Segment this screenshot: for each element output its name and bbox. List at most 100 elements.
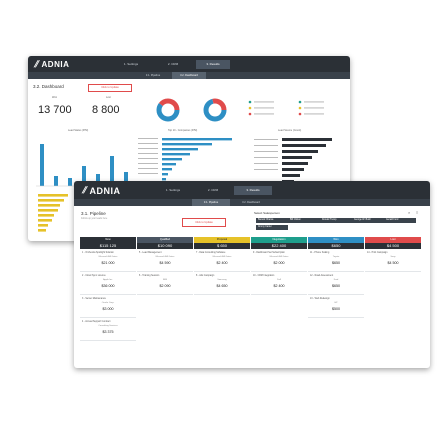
top-nav-bar: ⫽ ADNIA 1. Settings 2. CRM 3. Results: [28, 56, 350, 72]
deal-value: $500: [332, 307, 340, 311]
deal-company: IBM: [163, 279, 167, 281]
deal-card[interactable]: 6 - Training Session IBM $2 090: [137, 274, 193, 295]
donut-won: [156, 98, 180, 122]
salesperson-chip[interactable]: Barack Obama: [256, 218, 288, 223]
deal-title: 14 - Print Campaign: [367, 252, 388, 254]
app-logo: ⫽ ADNIA: [82, 185, 121, 196]
deal-title: 3 - Server Maintenance: [82, 298, 106, 300]
donut-lost: [203, 98, 227, 122]
deal-card[interactable]: 10 - CRM Integration Dell $2 400: [251, 274, 307, 295]
deal-company: Microsoft Bill Gates: [212, 256, 232, 258]
deal-title: 5 - Lead Management: [139, 252, 162, 254]
deal-company: HP: [334, 302, 338, 304]
stage-total-qualified: $10 090: [137, 243, 193, 249]
deal-card[interactable]: 11 - Phone Scaling Toyota $650: [308, 251, 364, 272]
deal-value: $36 000: [101, 284, 115, 288]
deal-company: Samsung: [217, 279, 227, 281]
nav-tab-results[interactable]: 3. Results: [196, 60, 230, 69]
deal-card[interactable]: 8 - Ads Campaign Samsung $4 650: [194, 274, 250, 295]
page-subtitle: Follow up your leads here: [81, 218, 108, 220]
kpi-won-label: Won: [52, 96, 58, 99]
chart-title-lead-status: Lead Status (P/M): [68, 129, 89, 132]
stage-total-new: $115 125: [80, 243, 136, 249]
deal-value: $650: [332, 284, 340, 288]
stage-total-lost: $4 500: [365, 243, 421, 249]
chart-title-top-companies: Top 10 - Companies (P/M): [168, 129, 198, 132]
page-title: 3.2. Dashboard: [33, 84, 64, 89]
deal-title: 12 - Road Assessment: [310, 275, 334, 277]
deal-company: Microsoft Bill Gates: [269, 256, 289, 258]
update-button[interactable]: Click to Update: [182, 218, 226, 227]
deal-card[interactable]: 5 - Lead Management Microsoft Bill Gates…: [137, 251, 193, 272]
deal-card[interactable]: 13 - Web Redesign HP $500: [308, 297, 364, 318]
deal-title: 9 - Dashboard Set Subscription: [253, 252, 285, 254]
subtab-dashboard[interactable]: 3.2. Dashboard: [232, 199, 270, 206]
deal-card[interactable]: 2 - Cloud Sync Licence Apple Inc. $36 00…: [80, 274, 136, 295]
kpi-won-value: 13 700: [38, 104, 72, 116]
deal-value: $2 000: [273, 261, 285, 265]
deal-company: Ford: [333, 279, 339, 281]
update-button[interactable]: Click to Update: [88, 84, 132, 92]
subtab-pipeline[interactable]: 3.1. Pipeline: [192, 199, 230, 206]
nav-tab-settings[interactable]: 1. Settings: [114, 60, 148, 69]
deal-title: 1 - Orchestra Spotlight Solution: [82, 252, 114, 254]
deal-company: Sony: [390, 256, 396, 258]
top-nav-bar: ⫽ ADNIA 1. Settings 2. CRM 3. Results: [74, 181, 430, 199]
deal-value: $3 375: [102, 330, 114, 334]
deal-value: $3 000: [102, 307, 114, 311]
deal-title: 7 - Data Consulting Software: [196, 252, 226, 254]
app-logo: ⫽ ADNIA: [34, 59, 69, 70]
deal-company: Toyota: [332, 256, 340, 258]
deal-card[interactable]: 7 - Data Consulting Software Microsoft B…: [194, 251, 250, 272]
deal-card[interactable]: 14 - Print Campaign Sony $4 500: [365, 251, 421, 272]
stage-total-won: $650: [308, 243, 364, 249]
logo-mark-icon: ⫽: [82, 185, 87, 195]
salesperson-chip[interactable]: Bill Clinton: [288, 218, 320, 223]
deal-card[interactable]: 4 - Annual Support Contract Consulting S…: [80, 320, 136, 341]
nav-tab-crm[interactable]: 2. CRM: [194, 186, 232, 195]
deal-value: $4 500: [387, 261, 399, 265]
salesperson-chip[interactable]: Gerald Ford: [384, 218, 416, 223]
legend-panels: [248, 100, 324, 116]
logo-text: ADNIA: [41, 60, 70, 69]
deal-title: 10 - CRM Integration: [253, 275, 275, 277]
deal-company: Apple Inc.: [103, 279, 113, 281]
salesperson-chip[interactable]: Donald Trump: [320, 218, 352, 223]
deal-company: Microsoft Bill Gates: [98, 256, 118, 258]
deal-card[interactable]: 3 - Server Maintenance Oracle Corp. $3 0…: [80, 297, 136, 318]
deal-value: $650: [332, 261, 340, 265]
subtab-dashboard[interactable]: 3.2. Dashboard: [172, 72, 206, 79]
salesperson-chip[interactable]: Jimmy Carter: [256, 225, 288, 230]
deal-company: Dell: [277, 279, 281, 281]
deal-value: $4 650: [216, 284, 228, 288]
deal-card[interactable]: 9 - Dashboard Set Subscription Microsoft…: [251, 251, 307, 272]
nav-tab-crm[interactable]: 2. CRM: [156, 60, 190, 69]
pipeline-window: ⫽ ADNIA 1. Settings 2. CRM 3. Results 3.…: [74, 181, 430, 368]
stage-total-proposal: $ 650: [194, 243, 250, 249]
nav-tab-settings[interactable]: 1. Settings: [154, 186, 192, 195]
chart-title-lead-source: Lead Source (Count): [278, 129, 302, 132]
logo-mark-icon: ⫽: [34, 59, 39, 69]
salesperson-bar-chart: [38, 194, 68, 232]
deal-value: $2 400: [273, 284, 285, 288]
deal-company: Microsoft Bill Gates: [155, 256, 175, 258]
filter-icon[interactable]: ≡: [416, 210, 418, 215]
sub-nav-bar: 3.1. Pipeline 3.2. Dashboard: [28, 72, 350, 79]
stage-total-negotiation: $22 400: [251, 243, 307, 249]
kpi-lost-label: Lost: [106, 96, 111, 99]
search-icon[interactable]: ⌕: [408, 210, 410, 215]
deal-title: 4 - Annual Support Contract: [82, 321, 111, 323]
deal-company: Oracle Corp.: [101, 302, 115, 304]
deal-value: $21 000: [101, 261, 115, 265]
salesperson-chip[interactable]: George W. Bush: [352, 218, 384, 223]
deal-title: 11 - Phone Scaling: [310, 252, 330, 254]
deal-value: $4 590: [159, 261, 171, 265]
deal-card[interactable]: 1 - Orchestra Spotlight Solution Microso…: [80, 251, 136, 272]
nav-tab-results[interactable]: 3. Results: [234, 186, 272, 195]
deal-value: $2 090: [159, 284, 171, 288]
deal-value: $2 400: [216, 261, 228, 265]
page-title: 3.1. Pipeline: [81, 211, 106, 216]
donut-charts: [156, 98, 227, 122]
deal-card[interactable]: 12 - Road Assessment Ford $650: [308, 274, 364, 295]
subtab-pipeline[interactable]: 3.1. Pipeline: [136, 72, 170, 79]
